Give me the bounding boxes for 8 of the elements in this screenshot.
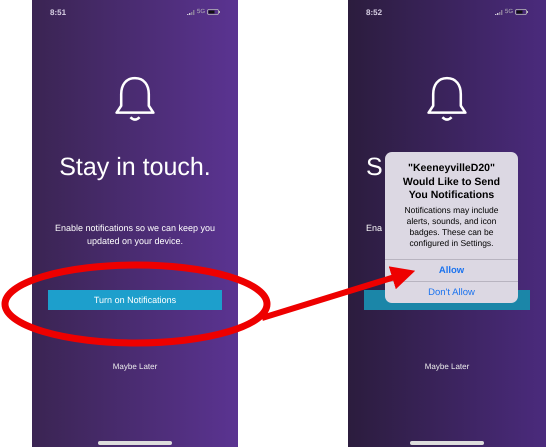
alert-title: "KeeneyvilleD20" Would Like to Send You Notifications [402, 162, 502, 202]
alert-message: Notifications may include alerts, sounds, and icon badges. These can be configured in Settings. [403, 204, 500, 248]
heading: S [366, 153, 383, 182]
description-text: Ena [366, 222, 382, 235]
status-time: 8:51 [50, 8, 66, 16]
status-time: 8:52 [366, 8, 382, 16]
description-text: Enable notifications so we can keep you updated on your device. [54, 222, 216, 248]
heading: Stay in touch. [59, 153, 211, 182]
